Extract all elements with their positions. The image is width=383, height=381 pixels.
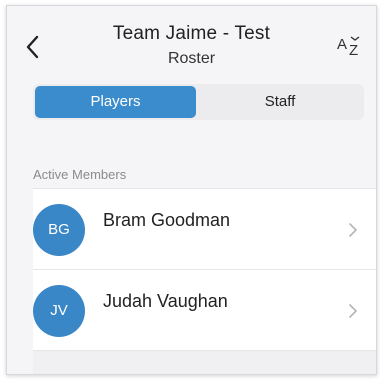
sort-az-icon: A Z bbox=[337, 36, 360, 59]
avatar: BG bbox=[33, 204, 85, 256]
chevron-right-icon bbox=[349, 304, 358, 318]
avatar: JV bbox=[33, 285, 85, 337]
chevron-right-icon bbox=[349, 223, 358, 237]
list-footer bbox=[33, 351, 376, 374]
svg-text:Z: Z bbox=[349, 42, 358, 59]
tab-staff[interactable]: Staff bbox=[198, 86, 362, 118]
member-name: Bram Goodman bbox=[103, 210, 231, 230]
sort-button[interactable]: A Z bbox=[336, 33, 364, 61]
section-header-active-members: Active Members bbox=[33, 167, 127, 182]
member-list: BG Bram Goodman JV Judah Vaughan bbox=[33, 188, 376, 351]
page-title: Team Jaime - Test bbox=[112, 23, 271, 44]
member-name: Judah Vaughan bbox=[103, 291, 228, 311]
nav-header: Team Jaime - Test Roster A Z bbox=[7, 6, 376, 78]
roster-screen: Team Jaime - Test Roster A Z Players Sta… bbox=[6, 5, 377, 375]
member-row[interactable]: JV Judah Vaughan bbox=[33, 270, 376, 351]
svg-text:A: A bbox=[337, 36, 347, 53]
member-row[interactable]: BG Bram Goodman bbox=[33, 189, 376, 270]
page-subtitle: Roster bbox=[167, 50, 216, 67]
tab-players[interactable]: Players bbox=[35, 86, 196, 118]
roster-segmented-control: Players Staff bbox=[33, 84, 364, 120]
